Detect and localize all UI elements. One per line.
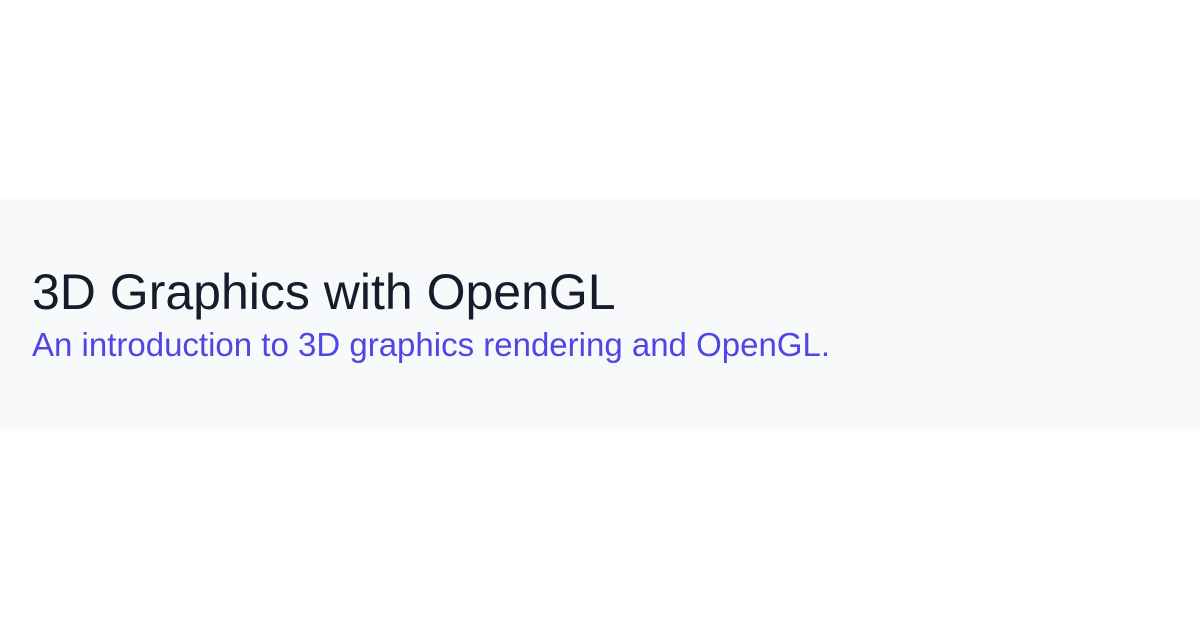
page-subtitle: An introduction to 3D graphics rendering… [32, 326, 830, 363]
social-preview-card: 3D Graphics with OpenGL An introduction … [0, 0, 1200, 630]
page-title: 3D Graphics with OpenGL [32, 264, 616, 320]
